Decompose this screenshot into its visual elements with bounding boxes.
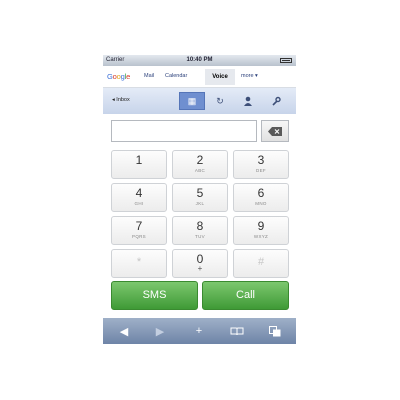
key-2[interactable]: 2 ABC (172, 150, 228, 179)
voice-toolbar: ◂ Inbox ▦ ↻ (103, 88, 296, 114)
key-3[interactable]: 3 DEF (233, 150, 289, 179)
key-hash[interactable]: # (233, 249, 289, 278)
contacts-icon[interactable] (235, 92, 261, 110)
key-9[interactable]: 9 WXYZ (233, 216, 289, 245)
key-star[interactable]: * (111, 249, 167, 278)
key-4[interactable]: 4 GHI (111, 183, 167, 212)
browser-toolbar: ◀ ▶ + (103, 318, 296, 344)
battery-icon (280, 58, 292, 63)
google-nav-bar: Google Mail Calendar Voice more ▾ (103, 66, 296, 88)
key-6[interactable]: 6 MNO (233, 183, 289, 212)
key-1[interactable]: 1 (111, 150, 167, 179)
key-0[interactable]: 0 + (172, 249, 228, 278)
sms-button[interactable]: SMS (111, 281, 198, 310)
key-5[interactable]: 5 JKL (172, 183, 228, 212)
nav-link-calendar[interactable]: Calendar (165, 73, 187, 79)
add-icon[interactable]: + (184, 322, 214, 340)
google-logo: Google (107, 72, 131, 81)
status-bar: Carrier 10:40 PM (103, 55, 296, 66)
settings-icon[interactable] (263, 92, 289, 110)
nav-link-mail[interactable]: Mail (144, 73, 154, 79)
key-8[interactable]: 8 TUV (172, 216, 228, 245)
refresh-icon[interactable]: ↻ (207, 92, 233, 110)
pages-icon[interactable] (260, 322, 290, 340)
call-button[interactable]: Call (202, 281, 289, 310)
dialpad-icon[interactable]: ▦ (179, 92, 205, 110)
nav-link-voice[interactable]: Voice (205, 69, 235, 85)
back-icon[interactable]: ◀ (109, 322, 139, 340)
status-time: 10:40 PM (186, 57, 213, 63)
key-7[interactable]: 7 PQRS (111, 216, 167, 245)
bookmarks-icon[interactable] (222, 322, 252, 340)
forward-icon[interactable]: ▶ (145, 322, 175, 340)
backspace-icon[interactable] (261, 120, 289, 142)
phone-screen: Carrier 10:40 PM Google Mail Calendar Vo… (103, 55, 296, 344)
inbox-back-button[interactable]: ◂ Inbox (112, 97, 130, 103)
nav-more-menu[interactable]: more ▾ (241, 73, 258, 79)
dial-input-row (111, 120, 289, 142)
phone-number-field[interactable] (111, 120, 257, 142)
